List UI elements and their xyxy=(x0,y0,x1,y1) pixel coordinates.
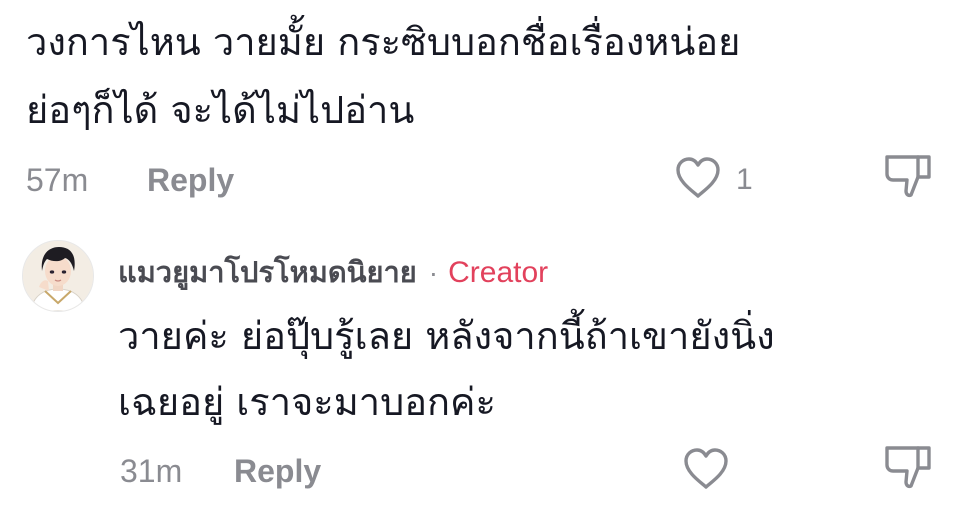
heart-icon[interactable] xyxy=(672,154,724,202)
heart-icon[interactable] xyxy=(680,445,732,493)
username[interactable]: แมวยูมาโปรโหมดนิยาย xyxy=(118,255,417,289)
avatar[interactable] xyxy=(22,240,94,312)
comment-text-line: เฉยอยู่ เราจะมาบอกค่ะ xyxy=(118,380,496,424)
reply-button[interactable]: Reply xyxy=(147,160,234,200)
separator-dot: · xyxy=(428,257,439,288)
comment-author-row: แมวยูมาโปรโหมดนิยาย · Creator xyxy=(118,250,548,294)
comment-timestamp: 57m xyxy=(26,162,89,198)
dislike-icon[interactable] xyxy=(882,443,934,491)
comment-text-line: วายค่ะ ย่อปุ๊บรู้เลย หลังจากนี้ถ้าเขายัง… xyxy=(118,314,775,358)
dislike-icon[interactable] xyxy=(882,152,934,200)
creator-badge: Creator xyxy=(448,256,549,289)
comment-timestamp: 31m xyxy=(120,453,183,489)
comment-text-line: วงการไหน วายมั้ย กระซิบบอกชื่อเรื่องหน่อ… xyxy=(26,20,741,64)
like-count: 1 xyxy=(736,163,753,196)
comment-text-line: ย่อๆก็ได้ จะได้ไม่ไปอ่าน xyxy=(26,88,415,132)
reply-button[interactable]: Reply xyxy=(234,451,321,491)
